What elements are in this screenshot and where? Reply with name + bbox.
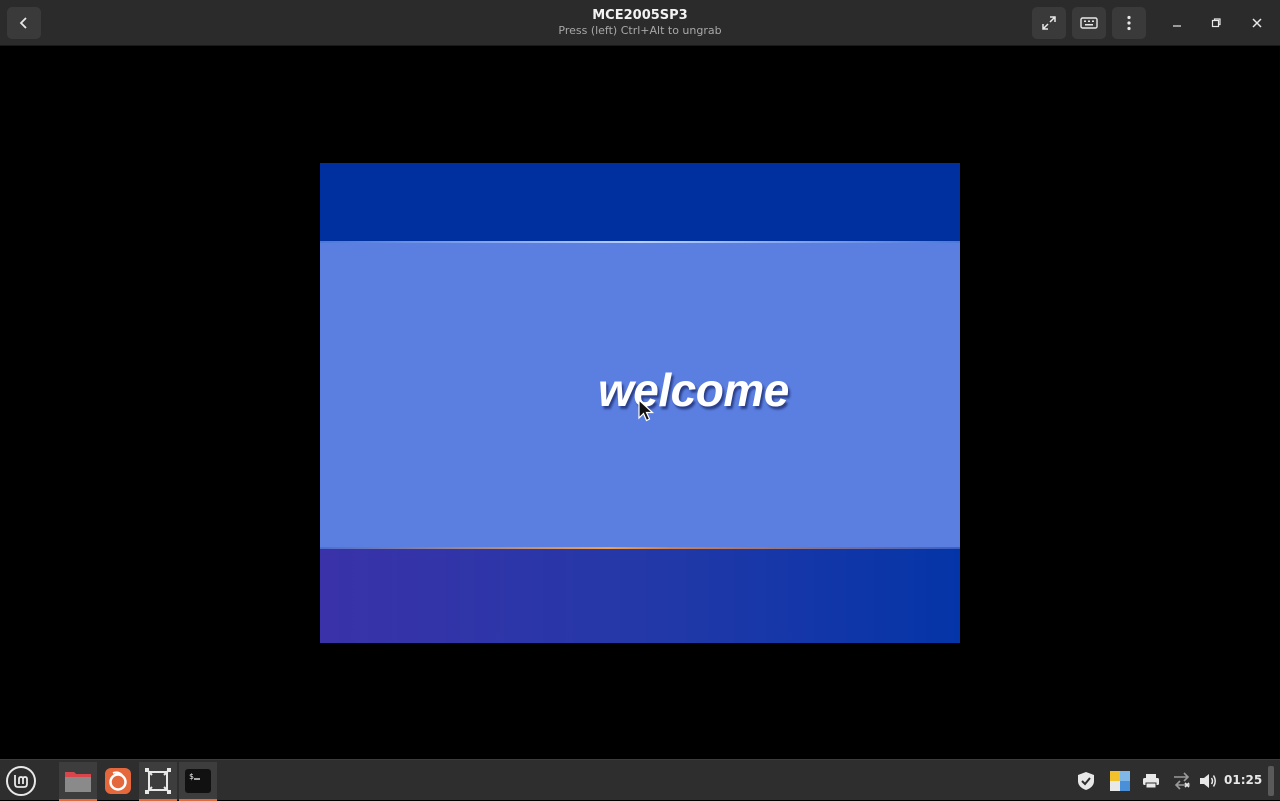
taskbar: $ 01:25 [0, 759, 1280, 801]
svg-text:$: $ [189, 772, 194, 781]
taskbar-files[interactable] [59, 762, 97, 801]
taskbar-boxes[interactable] [139, 762, 177, 801]
window-subtitle: Press (left) Ctrl+Alt to ungrab [558, 24, 722, 37]
back-button[interactable] [7, 7, 41, 39]
shield-icon [1078, 772, 1094, 790]
back-arrow-icon [19, 17, 27, 29]
minimize-icon [1173, 25, 1181, 27]
vm-display-area[interactable]: welcome [0, 47, 1280, 759]
firefox-icon [105, 767, 131, 794]
minimize-button[interactable] [1161, 7, 1193, 39]
send-keys-button[interactable] [1072, 7, 1106, 39]
mint-menu-button[interactable] [2, 762, 40, 799]
boxes-icon [145, 767, 171, 794]
maximize-button[interactable] [1200, 7, 1232, 39]
fullscreen-button[interactable] [1032, 7, 1066, 39]
tray-security[interactable] [1075, 770, 1097, 792]
welcome-bottom-band [320, 549, 960, 643]
update-manager-icon [1110, 771, 1130, 791]
taskbar-clock[interactable]: 01:25 [1224, 773, 1262, 787]
taskbar-terminal[interactable]: $ [179, 762, 217, 801]
mint-menu-icon [6, 765, 36, 796]
taskbar-firefox[interactable] [99, 762, 137, 799]
tray-volume[interactable] [1197, 770, 1219, 792]
printer-icon [1143, 774, 1159, 789]
tray-printer[interactable] [1140, 770, 1162, 792]
welcome-top-band [320, 163, 960, 241]
terminal-icon: $ [185, 768, 211, 793]
vm-screen[interactable]: welcome [320, 163, 960, 643]
volume-icon [1200, 774, 1216, 788]
mouse-cursor-icon [638, 399, 655, 422]
close-icon [1252, 18, 1262, 28]
tray-update-manager[interactable] [1109, 770, 1131, 792]
window-title-area: MCE2005SP3 Press (left) Ctrl+Alt to ungr… [440, 8, 840, 38]
tray-network[interactable] [1171, 770, 1193, 792]
welcome-text: welcome [598, 364, 789, 416]
window-headerbar: MCE2005SP3 Press (left) Ctrl+Alt to ungr… [0, 0, 1280, 46]
kebab-menu-icon [1127, 15, 1131, 31]
close-button[interactable] [1241, 7, 1273, 39]
files-icon [65, 771, 91, 792]
fullscreen-icon [1042, 16, 1056, 30]
keyboard-icon [1080, 17, 1098, 29]
maximize-icon [1211, 18, 1221, 28]
show-desktop-button[interactable] [1268, 766, 1274, 796]
network-icon [1174, 772, 1190, 790]
window-title: MCE2005SP3 [592, 8, 688, 23]
menu-button[interactable] [1112, 7, 1146, 39]
